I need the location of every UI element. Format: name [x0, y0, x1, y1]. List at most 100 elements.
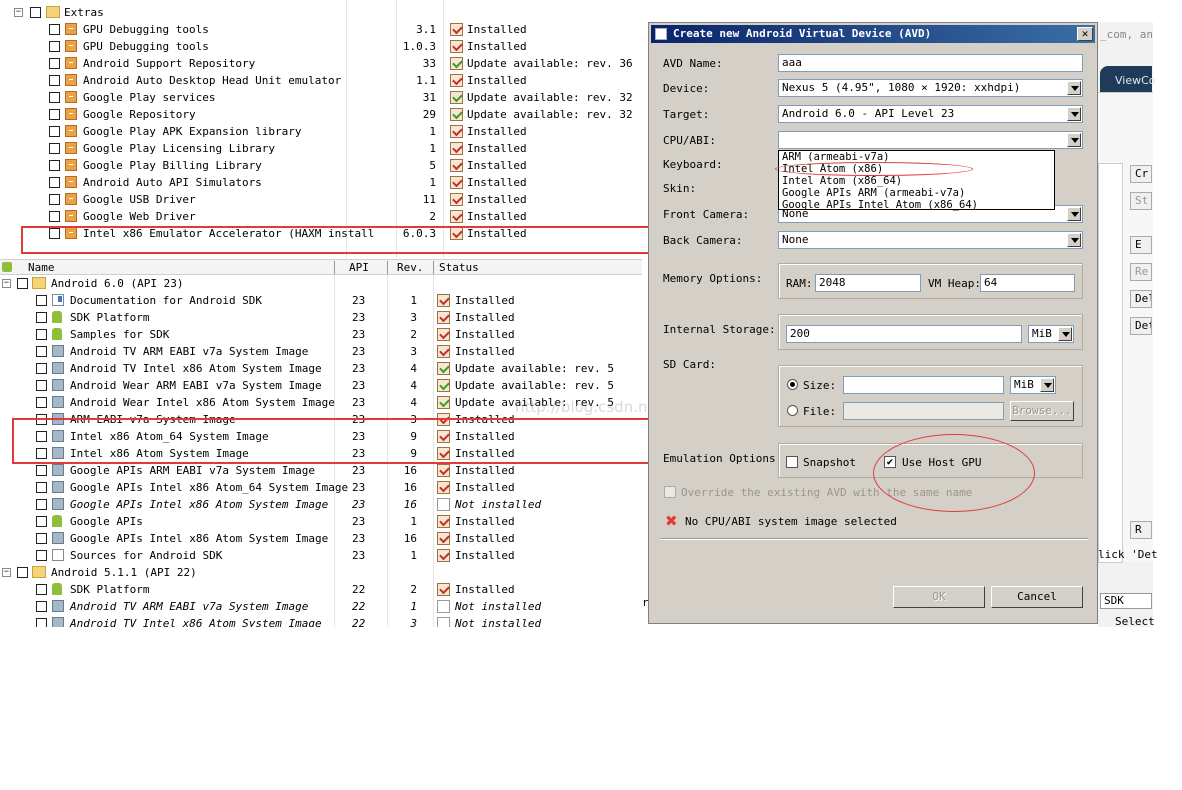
- table-row[interactable]: Google APIs Intel x86 Atom System Image 2…: [0, 530, 642, 547]
- row-checkbox[interactable]: [36, 346, 47, 357]
- bg-details-button[interactable]: Det: [1130, 317, 1152, 335]
- row-checkbox[interactable]: [36, 601, 47, 612]
- table-row[interactable]: SDK Platform 22 2 Installed: [0, 581, 642, 598]
- row-checkbox[interactable]: [36, 329, 47, 340]
- collapse-toggle[interactable]: −: [14, 8, 23, 17]
- chevron-down-icon[interactable]: [1067, 207, 1081, 221]
- table-row[interactable]: Android Support Repository 33 Update avail…: [0, 55, 642, 72]
- chevron-down-icon[interactable]: [1067, 81, 1081, 95]
- table-row[interactable]: − Android 6.0 (API 23): [0, 275, 642, 292]
- row-checkbox[interactable]: [49, 41, 60, 52]
- column-status[interactable]: Status: [439, 261, 479, 274]
- row-checkbox[interactable]: [36, 499, 47, 510]
- row-checkbox[interactable]: [36, 482, 47, 493]
- table-row[interactable]: Google Repository 29 Update available: rev…: [0, 106, 642, 123]
- cpu-abi-select[interactable]: [778, 131, 1083, 149]
- row-checkbox[interactable]: [36, 448, 47, 459]
- chevron-down-icon[interactable]: [1067, 233, 1081, 247]
- row-checkbox[interactable]: [36, 312, 47, 323]
- chevron-down-icon[interactable]: [1067, 133, 1081, 147]
- table-row[interactable]: Android Auto Desktop Head Unit emulator 1…: [0, 72, 642, 89]
- row-checkbox[interactable]: [36, 465, 47, 476]
- table-row[interactable]: SDK Platform 23 3 Installed: [0, 309, 642, 326]
- snapshot-checkbox[interactable]: [786, 456, 798, 468]
- chevron-down-icon[interactable]: [1067, 107, 1081, 121]
- row-checkbox[interactable]: [36, 295, 47, 306]
- row-checkbox[interactable]: [36, 516, 47, 527]
- device-select[interactable]: Nexus 5 (4.95", 1080 × 1920: xxhdpi): [778, 79, 1083, 97]
- column-api[interactable]: API: [349, 261, 369, 274]
- table-row[interactable]: GPU Debugging tools 1.0.3 Installed: [0, 38, 642, 55]
- table-row[interactable]: − Extras: [0, 4, 642, 21]
- table-row[interactable]: Google Web Driver 2 Installed: [0, 208, 642, 225]
- dialog-titlebar[interactable]: Create new Android Virtual Device (AVD) …: [651, 25, 1095, 43]
- row-checkbox[interactable]: [36, 618, 47, 627]
- row-checkbox[interactable]: [49, 211, 60, 222]
- cpu-option[interactable]: Intel Atom (x86_64): [779, 175, 1054, 187]
- bg-create-button[interactable]: Cr: [1130, 165, 1152, 183]
- bg-edit-button[interactable]: E: [1130, 236, 1152, 254]
- table-row[interactable]: Documentation for Android SDK 23 1 Installe…: [0, 292, 642, 309]
- row-checkbox[interactable]: [49, 109, 60, 120]
- collapse-toggle[interactable]: −: [2, 568, 11, 577]
- sd-size-input[interactable]: [843, 376, 1004, 394]
- close-button[interactable]: ✕: [1077, 27, 1093, 41]
- internal-storage-input[interactable]: 200: [786, 325, 1022, 343]
- table-row[interactable]: Google Play APK Expansion library 1 Instal…: [0, 123, 642, 140]
- row-checkbox[interactable]: [36, 363, 47, 374]
- table-row[interactable]: Google APIs Intel x86 Atom System Image 2…: [0, 496, 642, 513]
- row-checkbox[interactable]: [49, 24, 60, 35]
- table-row[interactable]: Google Play Licensing Library 1 Installed: [0, 140, 642, 157]
- chevron-down-icon[interactable]: [1058, 327, 1072, 341]
- target-select[interactable]: Android 6.0 - API Level 23: [778, 105, 1083, 123]
- table-row[interactable]: Google APIs Intel x86 Atom_64 System Ima…: [0, 479, 642, 496]
- row-checkbox[interactable]: [17, 278, 28, 289]
- cancel-button[interactable]: Cancel: [991, 586, 1083, 608]
- ram-input[interactable]: 2048: [815, 274, 921, 292]
- table-row[interactable]: Android Wear ARM EABI v7a System Image 23…: [0, 377, 642, 394]
- row-checkbox[interactable]: [49, 58, 60, 69]
- table-row[interactable]: Google Play Billing Library 5 Installed: [0, 157, 642, 174]
- table-row[interactable]: Android TV ARM EABI v7a System Image 22 1 N…: [0, 598, 642, 615]
- row-checkbox[interactable]: [30, 7, 41, 18]
- row-checkbox[interactable]: [36, 533, 47, 544]
- column-name[interactable]: Name: [28, 261, 55, 274]
- table-row[interactable]: Google APIs 23 1 Installed: [0, 513, 642, 530]
- cpu-option[interactable]: Google APIs Intel Atom (x86_64): [779, 199, 1054, 211]
- row-checkbox[interactable]: [49, 228, 60, 239]
- table-row[interactable]: Android TV Intel x86 Atom System Image 22…: [0, 615, 642, 627]
- row-checkbox[interactable]: [36, 431, 47, 442]
- avd-name-input[interactable]: aaa: [778, 54, 1083, 72]
- table-row[interactable]: Android TV ARM EABI v7a System Image 23 3 I…: [0, 343, 642, 360]
- row-checkbox[interactable]: [36, 414, 47, 425]
- table-row[interactable]: − Android 5.1.1 (API 22): [0, 564, 642, 581]
- sd-unit-select[interactable]: MiB: [1010, 376, 1056, 394]
- bg-start-button[interactable]: St: [1130, 192, 1152, 210]
- bg-delete-button[interactable]: Del: [1130, 290, 1152, 308]
- row-checkbox[interactable]: [36, 397, 47, 408]
- column-rev[interactable]: Rev.: [397, 261, 424, 274]
- table-row[interactable]: Android Auto API Simulators 1 Installed: [0, 174, 642, 191]
- table-row[interactable]: Intel x86 Atom System Image 23 9 Installed: [0, 445, 642, 462]
- table-row[interactable]: Intel x86 Emulator Accelerator (HAXM ins…: [0, 225, 642, 242]
- sd-file-radio[interactable]: [787, 405, 798, 416]
- table-row[interactable]: Intel x86 Atom_64 System Image 23 9 Install…: [0, 428, 642, 445]
- table-row[interactable]: Android TV Intel x86 Atom System Image 23…: [0, 360, 642, 377]
- table-row[interactable]: Sources for Android SDK 23 1 Installed: [0, 547, 642, 564]
- row-checkbox[interactable]: [17, 567, 28, 578]
- cpu-option[interactable]: Google APIs ARM (armeabi-v7a): [779, 187, 1054, 199]
- row-checkbox[interactable]: [49, 194, 60, 205]
- table-row[interactable]: Google USB Driver 11 Installed: [0, 191, 642, 208]
- table-row[interactable]: Google Play services 31 Update available: …: [0, 89, 642, 106]
- row-checkbox[interactable]: [49, 160, 60, 171]
- back-camera-select[interactable]: None: [778, 231, 1083, 249]
- sd-size-radio[interactable]: [787, 379, 798, 390]
- internal-unit-select[interactable]: MiB: [1028, 325, 1074, 343]
- ok-button[interactable]: OK: [893, 586, 985, 608]
- table-row[interactable]: Samples for SDK 23 2 Installed: [0, 326, 642, 343]
- row-checkbox[interactable]: [36, 380, 47, 391]
- bg-refresh-button[interactable]: R: [1130, 521, 1152, 539]
- sd-file-input[interactable]: [843, 402, 1004, 420]
- row-checkbox[interactable]: [36, 584, 47, 595]
- cpu-option[interactable]: Intel Atom (x86): [779, 163, 1054, 175]
